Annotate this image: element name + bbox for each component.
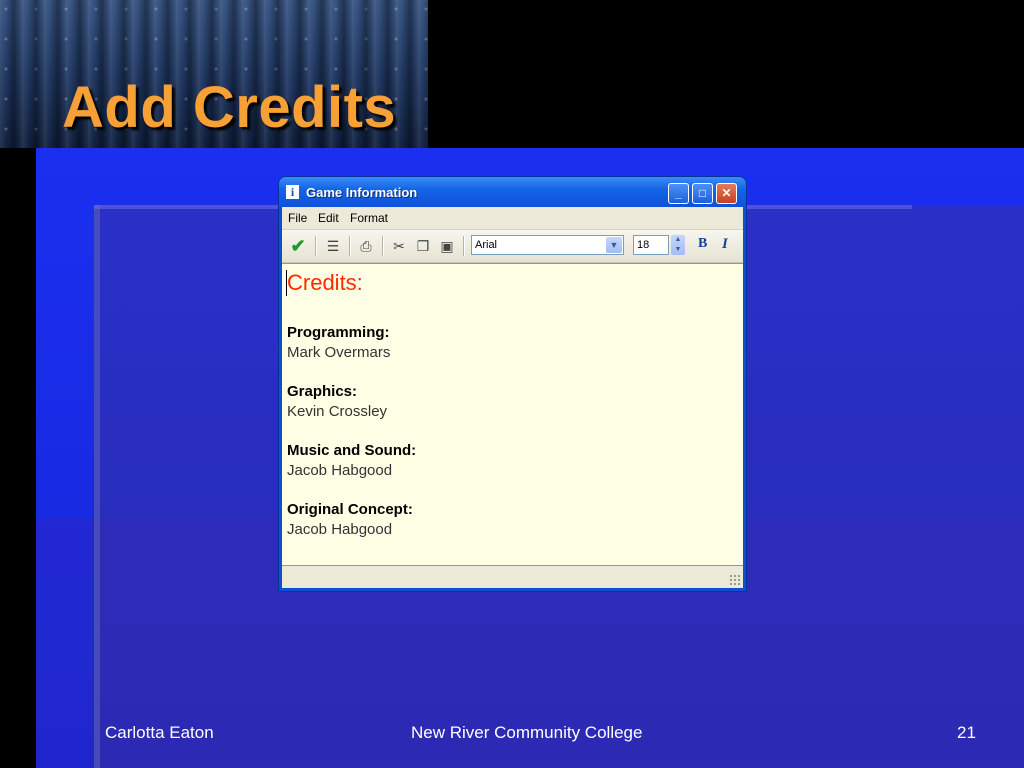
- maximize-button[interactable]: □: [692, 183, 713, 204]
- toolbar-separator: [315, 236, 317, 256]
- section-label: Programming:: [287, 324, 390, 341]
- menu-file[interactable]: File: [288, 211, 307, 225]
- minimize-icon: _: [675, 186, 682, 200]
- ok-checkmark-icon[interactable]: ✔: [288, 236, 308, 256]
- italic-button[interactable]: I: [722, 236, 728, 253]
- window-title: Game Information: [306, 185, 418, 200]
- toolbar-separator: [349, 236, 351, 256]
- resize-grip-icon[interactable]: [729, 574, 741, 586]
- chevron-down-icon[interactable]: ▼: [606, 237, 622, 253]
- toolbar-separator: [382, 236, 384, 256]
- window-client: File Edit Format ✔ ☰ ⎙ ✂ ❐ ▣ Arial ▼ 18 …: [282, 207, 743, 588]
- toolbar: ✔ ☰ ⎙ ✂ ❐ ▣ Arial ▼ 18 ▲ ▼ B I: [282, 230, 743, 263]
- font-size-input[interactable]: 18: [633, 235, 669, 255]
- window-titlebar[interactable]: i Game Information _ □ ✕: [279, 177, 746, 207]
- bold-button[interactable]: B: [698, 236, 707, 252]
- copy-icon[interactable]: ❐: [413, 236, 433, 256]
- footer-author: Carlotta Eaton: [105, 723, 214, 742]
- info-icon: i: [286, 185, 299, 199]
- slide: Add Credits i Game Information _ □ ✕ Fil…: [0, 0, 1024, 768]
- menubar: File Edit Format: [282, 207, 743, 230]
- section-value: Mark Overmars: [287, 344, 391, 361]
- menu-format[interactable]: Format: [350, 211, 388, 225]
- close-button[interactable]: ✕: [716, 183, 737, 204]
- close-icon: ✕: [721, 186, 732, 200]
- footer-page-number: 21: [957, 723, 976, 742]
- font-name-value: Arial: [475, 239, 498, 251]
- print-icon[interactable]: ⎙: [356, 236, 376, 256]
- panel-edge: [94, 205, 100, 768]
- toolbar-separator: [463, 236, 465, 256]
- section-value: Kevin Crossley: [287, 403, 388, 420]
- section-label: Original Concept:: [287, 501, 413, 518]
- section-value: Jacob Habgood: [287, 462, 393, 479]
- game-information-window: i Game Information _ □ ✕ File Edit Forma…: [279, 177, 746, 591]
- section-label: Music and Sound:: [287, 442, 417, 459]
- status-bar: [282, 567, 743, 588]
- slide-left-band: [0, 150, 36, 768]
- font-size-spinner[interactable]: ▲ ▼: [671, 235, 685, 255]
- slide-title: Add Credits: [62, 75, 397, 140]
- section-value: Jacob Habgood: [287, 521, 393, 538]
- section-label: Graphics:: [287, 383, 358, 400]
- font-size-value: 18: [637, 239, 650, 251]
- cut-icon[interactable]: ✂: [389, 236, 409, 256]
- maximize-icon: □: [698, 186, 707, 200]
- list-icon[interactable]: ☰: [323, 236, 343, 256]
- credits-heading: Credits:: [287, 270, 363, 295]
- footer-institution: New River Community College: [411, 723, 643, 742]
- minimize-button[interactable]: _: [668, 183, 689, 204]
- font-name-select[interactable]: Arial ▼: [471, 235, 624, 255]
- rich-text-editor[interactable]: Credits: Programming: Mark Overmars Grap…: [282, 263, 743, 566]
- paste-icon[interactable]: ▣: [437, 236, 457, 256]
- menu-edit[interactable]: Edit: [318, 211, 339, 225]
